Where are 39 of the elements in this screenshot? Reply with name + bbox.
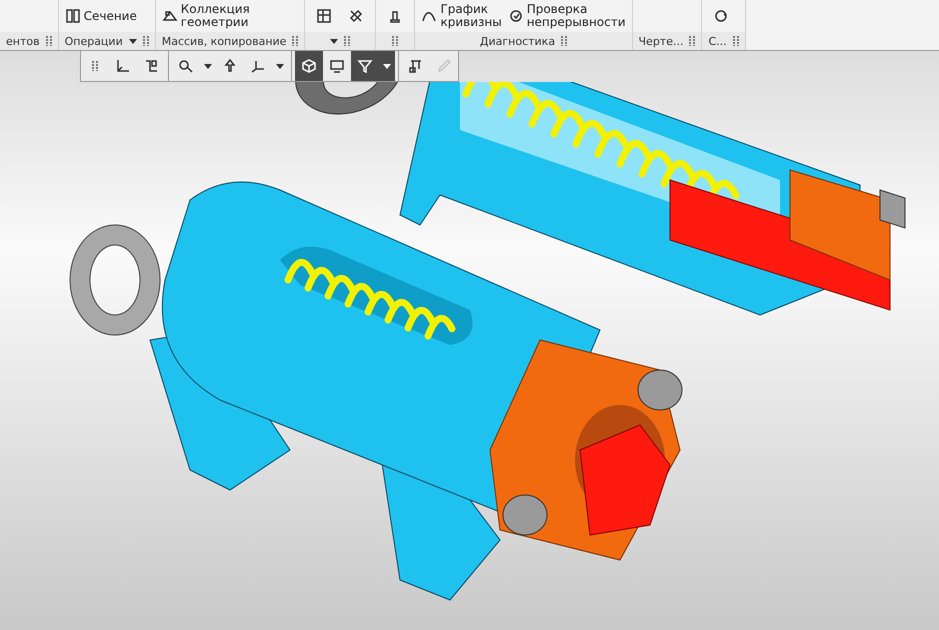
component-icon (143, 58, 159, 74)
axes-icon (115, 58, 131, 74)
group-label: Операции (64, 34, 123, 48)
grip-icon (344, 36, 350, 46)
group-label: ентов (6, 34, 40, 48)
grip-icon (392, 36, 398, 46)
section-icon (64, 8, 81, 24)
pipette-icon (436, 58, 452, 74)
grip-icon (292, 36, 298, 46)
dropdown-button[interactable] (379, 51, 395, 81)
grip-icon (689, 36, 696, 46)
caret-icon (276, 64, 284, 68)
rotate-icon (713, 8, 730, 24)
group-label: Диагностика (480, 34, 556, 48)
display-icon (329, 58, 345, 74)
group-label: Массив, копирование (162, 34, 286, 48)
grip-icon (732, 36, 739, 46)
ribbon-button[interactable]: Сечение (64, 8, 137, 24)
ribbon-button[interactable]: Проверка непрерывности (508, 3, 626, 29)
grip-icon (92, 61, 98, 71)
grid-icon (316, 8, 332, 24)
caret-icon[interactable] (128, 38, 137, 44)
caret-icon (204, 64, 212, 68)
group-label: Черте... (638, 34, 684, 48)
collection-icon (162, 8, 178, 24)
zoom-icon (178, 58, 194, 74)
group-label: С... (708, 34, 727, 48)
grip-icon (142, 36, 149, 46)
caret-icon[interactable] (330, 38, 338, 44)
caret-icon (383, 64, 391, 68)
grip-icon (561, 36, 568, 46)
check-icon (508, 8, 524, 24)
ribbon-button[interactable]: График кривизны (421, 3, 502, 29)
filter-icon (357, 58, 373, 74)
cube-icon (301, 58, 317, 74)
toolbar-button[interactable] (295, 51, 323, 81)
ribbon-button[interactable]: Коллекция геометрии (162, 3, 250, 29)
grip-icon (46, 36, 52, 46)
toolbar-button[interactable] (351, 51, 379, 81)
